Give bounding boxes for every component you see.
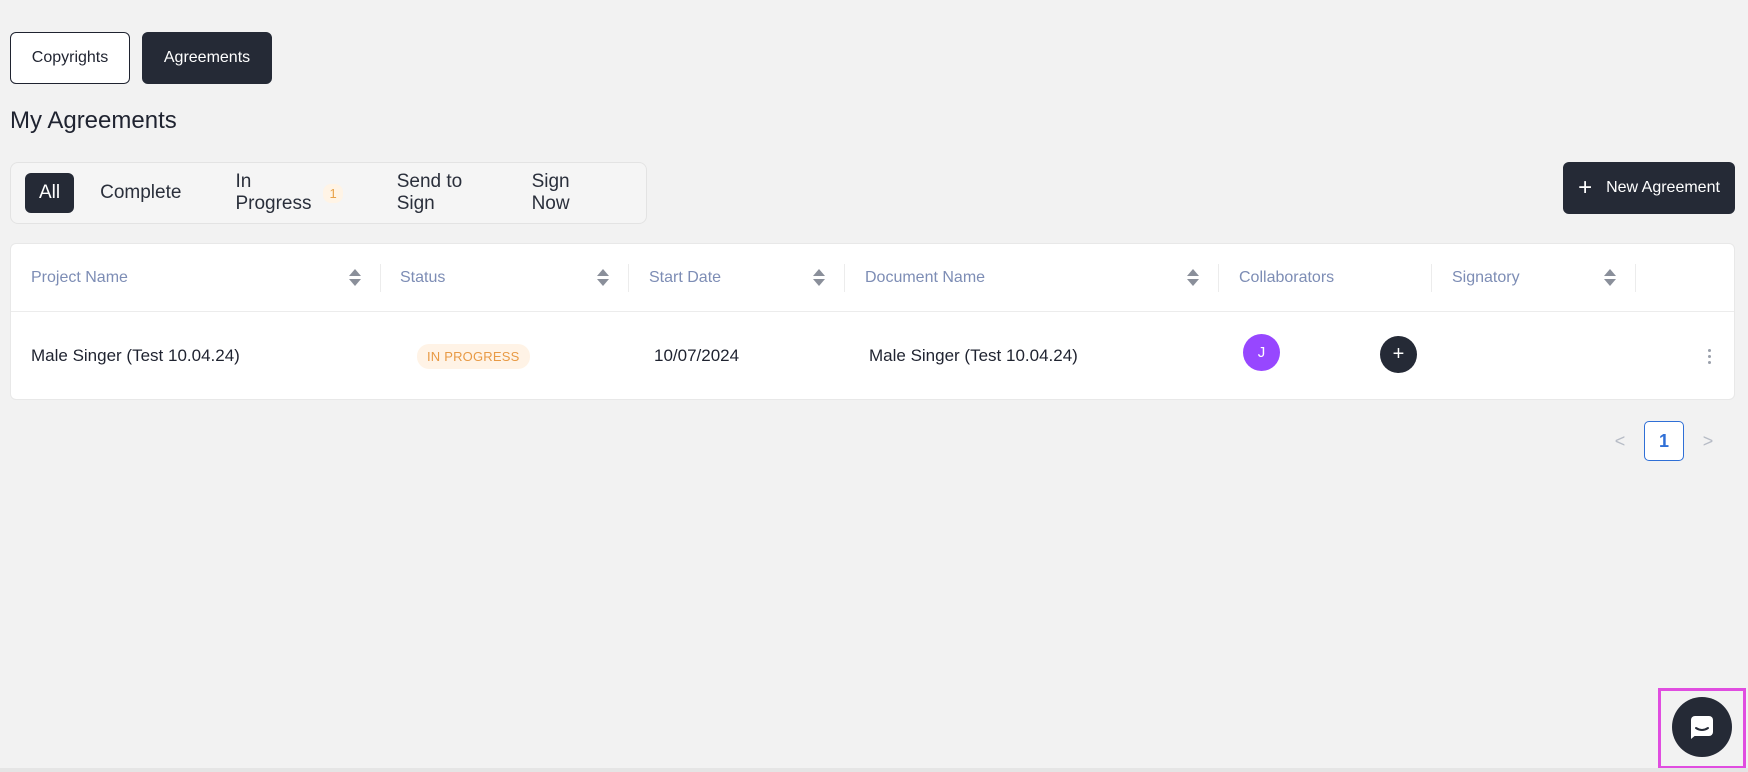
cell-add-collaborator: + — [1380, 310, 1417, 398]
header-document-name[interactable]: Document Name — [845, 244, 1219, 312]
tab-all-label: All — [39, 182, 61, 203]
sort-icon[interactable] — [1604, 268, 1616, 288]
chat-icon — [1691, 716, 1713, 739]
chevron-left-icon[interactable]: < — [1600, 421, 1640, 461]
header-collaborators-label: Collaborators — [1239, 269, 1335, 286]
tab-sign-now-label: Sign Now — [531, 171, 570, 214]
agreements-button[interactable]: Agreements — [142, 32, 272, 84]
agreements-table: Project Name Status Start Date Document … — [10, 243, 1735, 400]
tab-in-progress[interactable]: In Progress 1 — [221, 171, 356, 214]
plus-icon: + — [1578, 174, 1593, 201]
section-toggle: Copyrights Agreements — [10, 32, 272, 84]
header-signatory-label: Signatory — [1452, 269, 1520, 286]
header-signatory[interactable]: Signatory — [1432, 244, 1636, 312]
header-status[interactable]: Status — [381, 244, 629, 312]
new-agreement-button[interactable]: + New Agreement — [1563, 162, 1735, 214]
page: Copyrights Agreements My Agreements All … — [0, 0, 1748, 772]
header-document-name-label: Document Name — [865, 269, 986, 286]
filter-tabs: All Complete In Progress 1 Send to Sign … — [10, 162, 647, 224]
header-project-name-label: Project Name — [31, 269, 128, 286]
avatar[interactable]: J — [1243, 333, 1280, 371]
tab-complete[interactable]: Complete — [86, 173, 195, 213]
pagination: < 1 > — [1600, 421, 1728, 461]
tab-send-to-sign[interactable]: Send to Sign — [383, 171, 492, 214]
page-title: My Agreements — [10, 107, 177, 134]
table-header: Project Name Status Start Date Document … — [11, 244, 1734, 312]
column-divider — [1635, 264, 1636, 292]
cell-project-name: Male Singer (Test 10.04.24) — [31, 346, 240, 365]
header-status-label: Status — [400, 269, 446, 286]
chevron-right-icon[interactable]: > — [1688, 421, 1728, 461]
header-collaborators: Collaborators — [1219, 244, 1432, 312]
cell-document-name[interactable]: Male Singer (Test 10.04.24) — [869, 312, 1078, 400]
add-collaborator-button[interactable]: + — [1380, 335, 1417, 373]
cell-collaborators: J — [1243, 308, 1280, 396]
tab-all[interactable]: All — [25, 173, 75, 213]
bottom-border — [0, 768, 1748, 772]
cell-actions — [1699, 312, 1719, 400]
more-vertical-icon[interactable] — [1699, 341, 1719, 371]
sort-icon[interactable] — [813, 268, 825, 288]
cell-start-date: 10/07/2024 — [654, 346, 740, 365]
chat-launcher-button[interactable] — [1672, 697, 1732, 757]
status-badge: IN PROGRESS — [417, 343, 530, 369]
header-start-date-label: Start Date — [649, 269, 722, 286]
in-progress-count-badge: 1 — [323, 183, 343, 203]
sort-icon[interactable] — [1187, 268, 1199, 288]
tab-in-progress-label: In Progress — [235, 171, 312, 214]
tab-sign-now[interactable]: Sign Now — [518, 171, 606, 214]
tab-complete-label: Complete — [100, 182, 182, 203]
page-number-button[interactable]: 1 — [1644, 421, 1684, 461]
sort-icon[interactable] — [349, 268, 361, 288]
cell-status: IN PROGRESS — [417, 312, 530, 400]
sort-icon[interactable] — [597, 268, 609, 288]
tab-send-to-sign-label: Send to Sign — [396, 171, 463, 214]
new-agreement-label: New Agreement — [1606, 179, 1720, 196]
header-project-name[interactable]: Project Name — [11, 244, 381, 312]
table-row[interactable]: Male Singer (Test 10.04.24) IN PROGRESS … — [11, 312, 1734, 400]
copyrights-button[interactable]: Copyrights — [10, 32, 130, 84]
header-start-date[interactable]: Start Date — [629, 244, 845, 312]
